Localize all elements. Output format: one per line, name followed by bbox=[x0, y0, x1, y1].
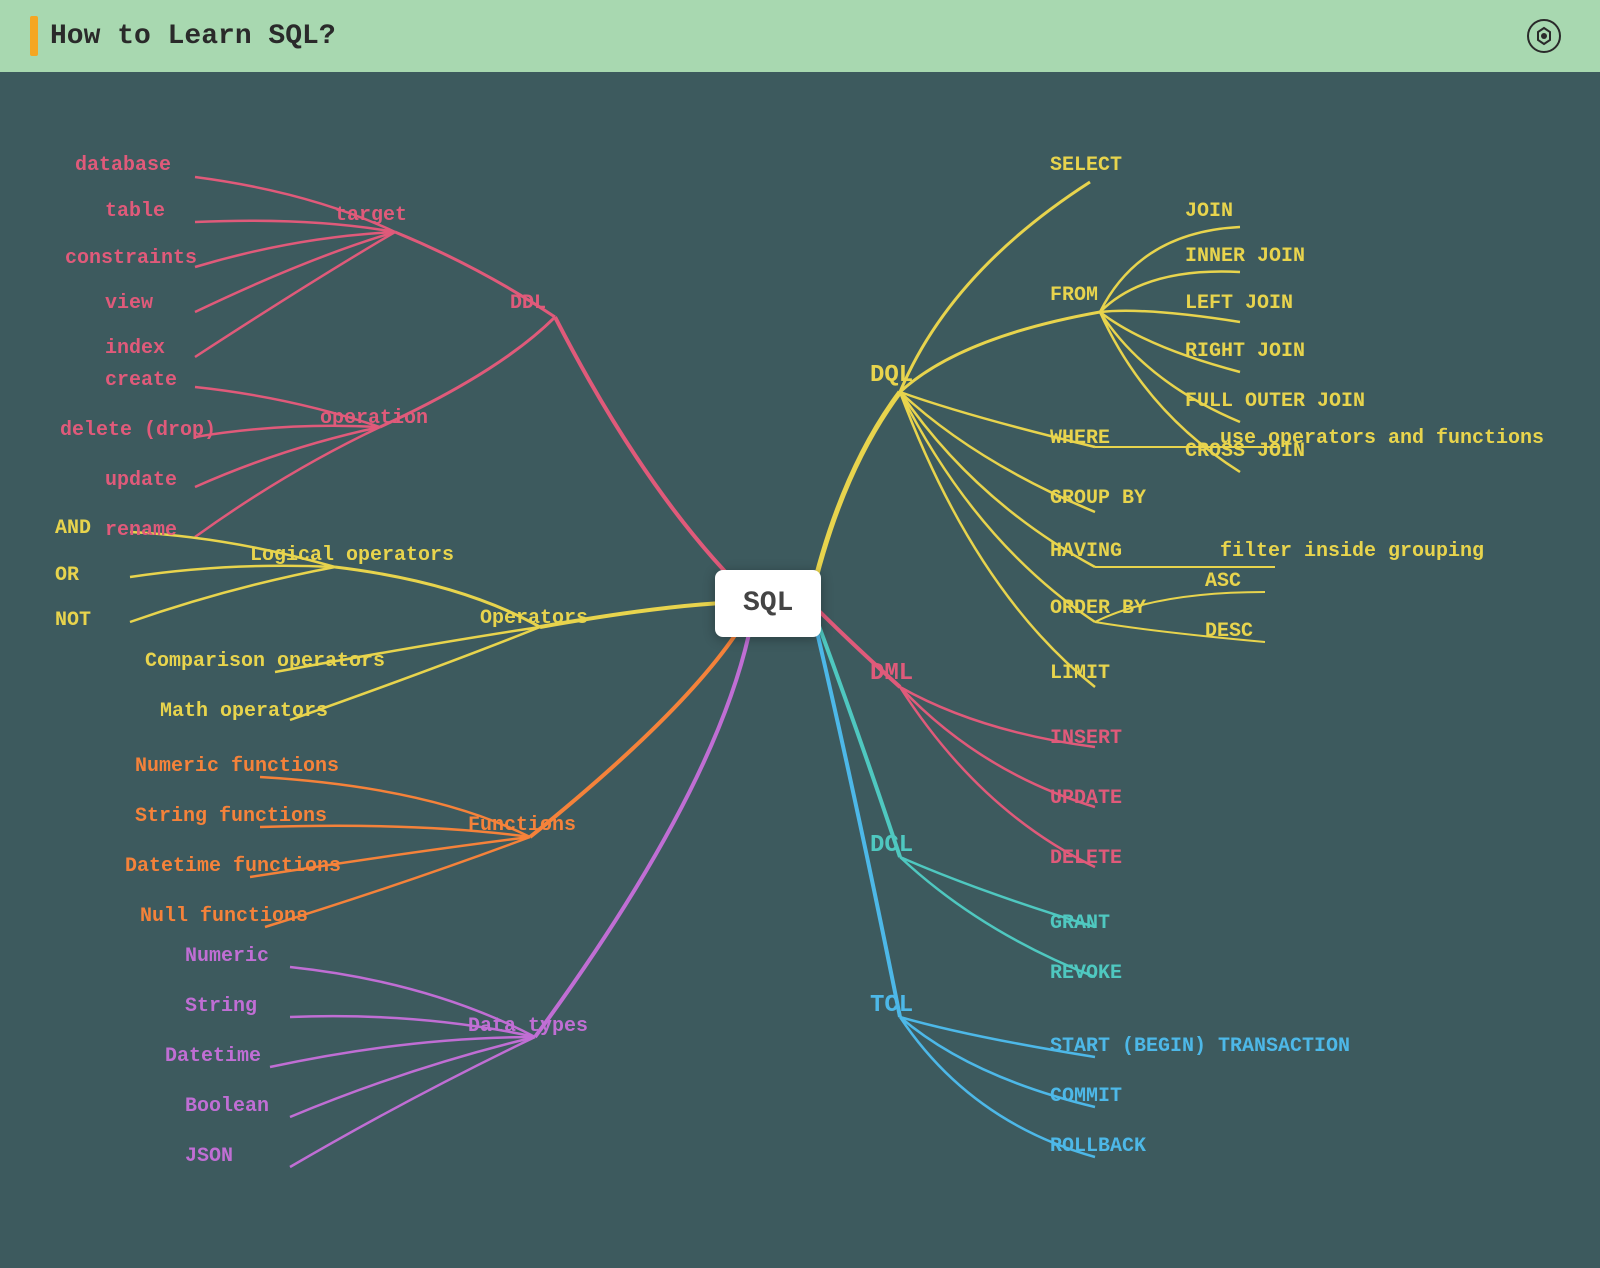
header-accent bbox=[30, 16, 38, 56]
node-right-join: RIGHT JOIN bbox=[1185, 340, 1305, 363]
node-full-outer-join: FULL OUTER JOIN bbox=[1185, 390, 1365, 413]
node-delete: DELETE bbox=[1050, 847, 1122, 870]
node-comparison: Comparison operators bbox=[145, 650, 385, 673]
node-revoke: REVOKE bbox=[1050, 962, 1122, 985]
node-dml: DML bbox=[870, 660, 913, 687]
node-asc: ASC bbox=[1205, 570, 1241, 593]
node-boolean-dt: Boolean bbox=[185, 1095, 269, 1118]
node-operation: operation bbox=[320, 407, 428, 430]
node-string-func: String functions bbox=[135, 805, 327, 828]
node-delete-drop: delete (drop) bbox=[60, 419, 216, 442]
node-index: index bbox=[105, 337, 165, 360]
node-commit: COMMIT bbox=[1050, 1085, 1122, 1108]
center-node: SQL bbox=[715, 570, 821, 637]
node-where: WHERE bbox=[1050, 427, 1110, 450]
node-group-by: GROUP BY bbox=[1050, 487, 1146, 510]
node-numeric-func: Numeric functions bbox=[135, 755, 339, 778]
logo-icon bbox=[1526, 18, 1562, 54]
node-and: AND bbox=[55, 517, 91, 540]
node-math: Math operators bbox=[160, 700, 328, 723]
node-datatypes: Data types bbox=[468, 1015, 588, 1038]
node-filter-grouping: filter inside grouping bbox=[1220, 540, 1484, 563]
node-left-join: LEFT JOIN bbox=[1185, 292, 1293, 315]
node-update: update bbox=[105, 469, 177, 492]
center-label: SQL bbox=[743, 588, 793, 619]
node-desc: DESC bbox=[1205, 620, 1253, 643]
node-order-by: ORDER BY bbox=[1050, 597, 1146, 620]
node-update-dml: UPDATE bbox=[1050, 787, 1122, 810]
node-database: database bbox=[75, 154, 171, 177]
node-start-transaction: START (BEGIN) TRANSACTION bbox=[1050, 1035, 1350, 1058]
node-null-func: Null functions bbox=[140, 905, 308, 928]
header-left: How to Learn SQL? bbox=[30, 16, 336, 56]
node-grant: GRANT bbox=[1050, 912, 1110, 935]
node-logical: Logical operators bbox=[250, 544, 454, 567]
node-view: view bbox=[105, 292, 153, 315]
node-insert: INSERT bbox=[1050, 727, 1122, 750]
node-functions: Functions bbox=[468, 814, 576, 837]
logo bbox=[1526, 18, 1570, 54]
node-json-dt: JSON bbox=[185, 1145, 233, 1168]
node-datetime-func: Datetime functions bbox=[125, 855, 341, 878]
node-rollback: ROLLBACK bbox=[1050, 1135, 1146, 1158]
node-not: NOT bbox=[55, 609, 91, 632]
node-dcl: DCL bbox=[870, 832, 913, 859]
node-join: JOIN bbox=[1185, 200, 1233, 223]
node-target: target bbox=[335, 204, 407, 227]
node-tcl: TCL bbox=[870, 992, 913, 1019]
node-select: SELECT bbox=[1050, 154, 1122, 177]
node-table: table bbox=[105, 200, 165, 223]
node-use-operators: use operators and functions bbox=[1220, 427, 1544, 450]
page-title: How to Learn SQL? bbox=[50, 21, 336, 52]
node-inner-join: INNER JOIN bbox=[1185, 245, 1305, 268]
node-dql: DQL bbox=[870, 362, 913, 389]
node-limit: LIMIT bbox=[1050, 662, 1110, 685]
node-from: FROM bbox=[1050, 284, 1098, 307]
node-ddl: DDL bbox=[510, 292, 546, 315]
node-or: OR bbox=[55, 564, 79, 587]
node-numeric-dt: Numeric bbox=[185, 945, 269, 968]
node-operators: Operators bbox=[480, 607, 588, 630]
header: How to Learn SQL? bbox=[0, 0, 1600, 72]
node-rename: rename bbox=[105, 519, 177, 542]
node-create: create bbox=[105, 369, 177, 392]
node-string-dt: String bbox=[185, 995, 257, 1018]
node-having: HAVING bbox=[1050, 540, 1122, 563]
node-constraints: constraints bbox=[65, 247, 197, 270]
canvas: SQL DDL target database table constraint… bbox=[0, 72, 1600, 1268]
node-datetime-dt: Datetime bbox=[165, 1045, 261, 1068]
